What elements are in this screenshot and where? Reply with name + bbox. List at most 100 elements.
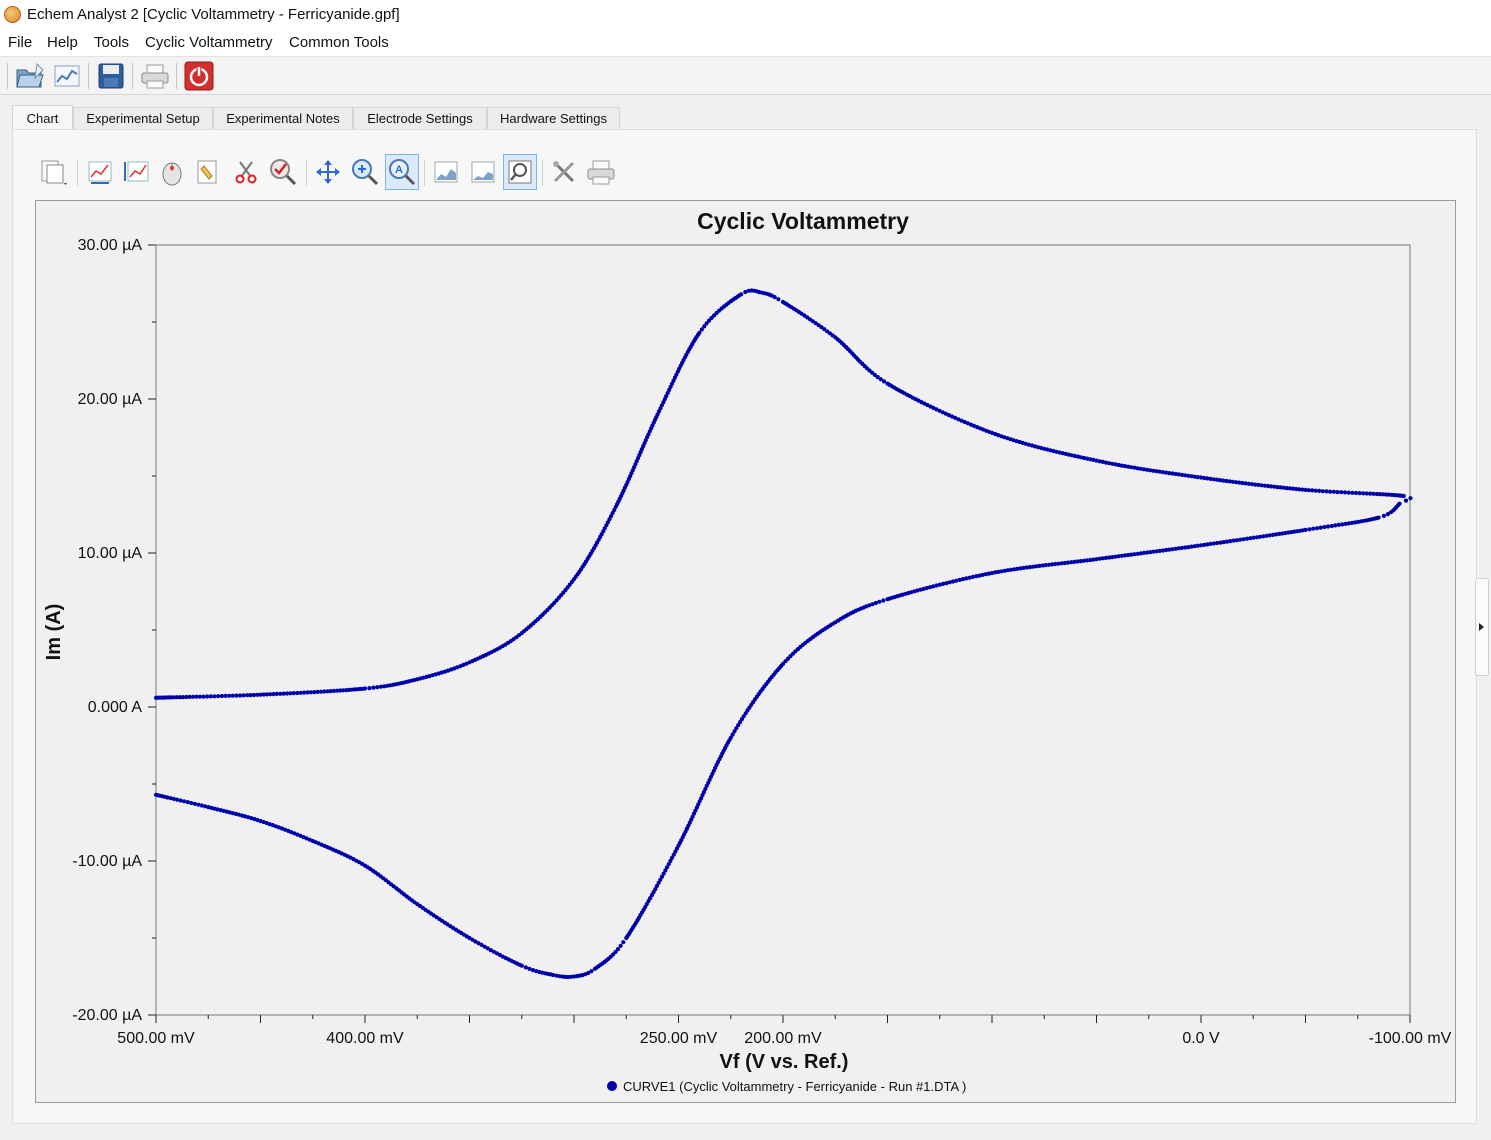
- check-zoom-icon[interactable]: [266, 154, 300, 190]
- zoom-box-icon[interactable]: [503, 154, 537, 190]
- x-axis-label: Vf (V vs. Ref.): [720, 1051, 849, 1073]
- menu-common-tools[interactable]: Common Tools: [289, 34, 389, 51]
- zoom-auto-icon[interactable]: A: [385, 154, 419, 190]
- data-point: [1357, 491, 1362, 496]
- chart-area[interactable]: Cyclic Voltammetry 30.00 µA 20.00 µA 10.00…: [35, 200, 1456, 1103]
- data-point: [624, 935, 629, 941]
- data-point: [196, 802, 201, 807]
- x-tick-label: 400.00 mV: [326, 1030, 404, 1047]
- tab-hardware-settings[interactable]: Hardware Settings: [487, 107, 620, 129]
- data-point: [367, 686, 372, 691]
- chart-select-icon[interactable]: [83, 154, 117, 190]
- y-tick-label: 30.00 µA: [78, 237, 143, 254]
- mouse-icon[interactable]: [155, 154, 189, 190]
- legend-label: CURVE1 (Cyclic Voltammetry - Ferricyanid…: [623, 1079, 966, 1094]
- data-point: [1314, 526, 1320, 531]
- data-point: [197, 694, 202, 699]
- y-tick-label: -20.00 µA: [72, 1007, 142, 1024]
- menu-bar: File Help Tools Cyclic Voltammetry Commo…: [0, 29, 1491, 57]
- data-point: [216, 694, 221, 699]
- menu-file[interactable]: File: [8, 34, 32, 51]
- data-point: [1342, 490, 1348, 495]
- toolbar-divider: [132, 63, 133, 89]
- data-point: [185, 800, 190, 805]
- chart-toolbar-divider: [424, 160, 425, 186]
- data-point: [1318, 525, 1323, 530]
- legend-marker: [607, 1081, 617, 1091]
- data-point: [1381, 513, 1386, 518]
- data-point: [1320, 489, 1325, 494]
- y-tick-label: 10.00 µA: [78, 545, 143, 562]
- main-toolbar: [0, 57, 1491, 95]
- chart-title: Cyclic Voltammetry: [697, 208, 909, 234]
- data-point: [362, 686, 368, 691]
- copy-icon[interactable]: [36, 154, 70, 190]
- cv-chart-svg[interactable]: Cyclic Voltammetry 30.00 µA 20.00 µA 10.00…: [36, 201, 1455, 1102]
- data-point: [1385, 512, 1390, 517]
- data-point: [230, 693, 235, 698]
- data-point: [1317, 488, 1322, 493]
- menu-tools[interactable]: Tools: [94, 34, 129, 51]
- data-point: [1346, 490, 1351, 495]
- cut-icon[interactable]: [229, 154, 263, 190]
- chart-toolbar-divider: [306, 160, 307, 186]
- chart-area2-icon[interactable]: [466, 154, 500, 190]
- data-point: [621, 940, 626, 945]
- chart-area-icon[interactable]: [429, 154, 463, 190]
- data-point: [1331, 489, 1336, 494]
- toolbar-divider: [7, 63, 8, 89]
- svg-text:A: A: [395, 164, 403, 176]
- highlight-icon[interactable]: [191, 154, 225, 190]
- data-point: [1311, 526, 1316, 531]
- data-point: [223, 693, 228, 698]
- chart-print-icon[interactable]: [584, 154, 618, 190]
- data-point: [1339, 490, 1344, 495]
- zoom-in-icon[interactable]: [348, 154, 382, 190]
- data-point: [219, 693, 224, 699]
- data-point: [1401, 493, 1406, 499]
- pan-icon[interactable]: [311, 154, 345, 190]
- tab-experimental-notes[interactable]: Experimental Notes: [213, 107, 353, 129]
- data-point: [776, 297, 781, 302]
- y-tick-label: -10.00 µA: [72, 853, 142, 870]
- save-icon[interactable]: [95, 60, 127, 92]
- data-point: [1350, 490, 1355, 495]
- x-tick-label: 200.00 mV: [744, 1030, 822, 1047]
- power-icon[interactable]: [183, 60, 215, 92]
- toolbar-divider: [88, 63, 89, 89]
- menu-cyclic-voltammetry[interactable]: Cyclic Voltammetry: [145, 34, 273, 51]
- data-point: [234, 693, 239, 698]
- data-point: [153, 792, 159, 797]
- data-point: [1335, 490, 1340, 495]
- title-bar: Echem Analyst 2 [Cyclic Voltammetry - Fe…: [0, 0, 1491, 29]
- menu-help[interactable]: Help: [47, 34, 78, 51]
- tab-experimental-setup[interactable]: Experimental Setup: [73, 107, 213, 129]
- chart-range-icon[interactable]: [119, 154, 153, 190]
- data-point: [227, 693, 232, 698]
- data-point: [205, 694, 210, 699]
- data-point: [1307, 527, 1312, 532]
- chart-icon[interactable]: [51, 60, 83, 92]
- data-point: [208, 694, 213, 699]
- chart-toolbar-divider: [77, 160, 78, 186]
- settings-icon[interactable]: [547, 154, 581, 190]
- data-point: [1329, 523, 1334, 529]
- side-panel-toggle[interactable]: [1475, 578, 1489, 676]
- data-point: [592, 966, 598, 971]
- data-point: [523, 965, 528, 970]
- tab-chart[interactable]: Chart: [12, 105, 73, 130]
- tab-electrode-settings[interactable]: Electrode Settings: [353, 107, 487, 129]
- open-folder-icon[interactable]: [14, 60, 46, 92]
- chevron-right-icon: [1479, 623, 1484, 631]
- y-tick-label: 0.000 A: [88, 699, 143, 716]
- data-point: [212, 694, 217, 699]
- app-logo-icon: [4, 6, 21, 23]
- print-icon[interactable]: [139, 60, 171, 92]
- data-point: [241, 693, 246, 698]
- window-title: Echem Analyst 2 [Cyclic Voltammetry - Fe…: [27, 6, 400, 23]
- data-point: [1328, 489, 1333, 494]
- data-point: [1353, 490, 1359, 496]
- data-point: [527, 966, 532, 972]
- data-point: [178, 798, 183, 803]
- data-point: [618, 943, 623, 948]
